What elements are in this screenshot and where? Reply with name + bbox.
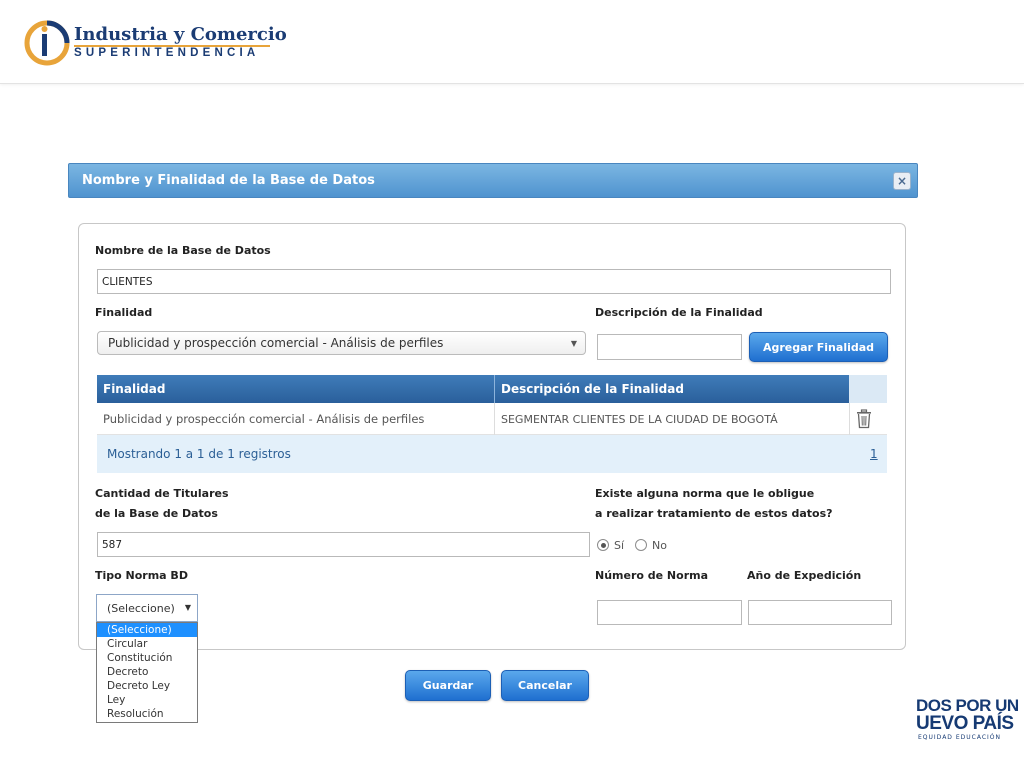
descripcion-input[interactable] <box>597 334 742 360</box>
cell-descripcion: SEGMENTAR CLIENTES DE LA CIUDAD DE BOGOT… <box>501 412 778 426</box>
nombre-label: Nombre de la Base de Datos <box>95 244 271 257</box>
tipo-norma-dropdown: (Seleccione) Circular Constitución Decre… <box>96 622 198 723</box>
dialog-form: Nombre de la Base de Datos CLIENTES Fina… <box>78 223 906 650</box>
chevron-down-icon: ▼ <box>570 339 577 348</box>
guardar-button[interactable]: Guardar <box>405 670 491 701</box>
radio-si[interactable] <box>597 539 609 551</box>
dropdown-option[interactable]: (Seleccione) <box>97 623 197 637</box>
anio-expedicion-input[interactable] <box>748 600 892 625</box>
pagination-page-1[interactable]: 1 <box>870 447 878 461</box>
logo-title: Industria y Comercio <box>74 24 287 45</box>
tipo-norma-select[interactable]: (Seleccione) ▼ <box>96 594 198 622</box>
column-header-actions <box>849 375 887 403</box>
tipo-norma-select-value: (Seleccione) <box>107 601 175 615</box>
database-dialog: Nombre y Finalidad de la Base de Datos ×… <box>68 163 918 723</box>
cell-finalidad: Publicidad y prospección comercial - Aná… <box>103 412 425 426</box>
cantidad-label-line2: de la Base de Datos <box>95 507 218 520</box>
sic-logo[interactable]: Industria y Comercio SUPERINTENDENCIA <box>24 20 287 68</box>
cell-divider <box>849 403 850 435</box>
dropdown-option[interactable]: Decreto <box>97 665 197 679</box>
chevron-down-icon: ▼ <box>184 603 191 612</box>
finalidad-select-value: Publicidad y prospección comercial - Aná… <box>108 336 444 350</box>
brand-line3: EQUIDAD EDUCACIÓN <box>918 734 1001 741</box>
records-info: Mostrando 1 a 1 de 1 registros <box>107 447 291 461</box>
table-row: Publicidad y prospección comercial - Aná… <box>97 403 887 435</box>
brand-line2: UEVO PAÍS <box>916 713 1014 734</box>
trash-icon[interactable] <box>855 409 873 429</box>
radio-no-label: No <box>652 539 667 552</box>
dropdown-option[interactable]: Circular <box>97 637 197 651</box>
finalidad-select[interactable]: Publicidad y prospección comercial - Aná… <box>97 331 586 355</box>
finalidad-label: Finalidad <box>95 306 153 319</box>
agregar-finalidad-button[interactable]: Agregar Finalidad <box>749 332 888 362</box>
dropdown-option[interactable]: Decreto Ley <box>97 679 197 693</box>
radio-si-label: Sí <box>614 539 625 552</box>
descripcion-label: Descripción de la Finalidad <box>595 306 763 319</box>
cantidad-input[interactable]: 587 <box>97 532 590 557</box>
norma-question-line1: Existe alguna norma que le obligue <box>595 487 815 500</box>
dropdown-option[interactable]: Constitución <box>97 651 197 665</box>
table-header: Finalidad Descripción de la Finalidad <box>97 375 849 403</box>
radio-no[interactable] <box>635 539 647 551</box>
dialog-title: Nombre y Finalidad de la Base de Datos <box>82 173 375 188</box>
table-footer: Mostrando 1 a 1 de 1 registros 1 <box>97 435 887 473</box>
norma-question-line2: a realizar tratamiento de estos datos? <box>595 507 833 520</box>
dialog-header: Nombre y Finalidad de la Base de Datos × <box>68 163 918 198</box>
top-header: Industria y Comercio SUPERINTENDENCIA <box>0 0 1024 84</box>
tipo-norma-label: Tipo Norma BD <box>95 569 188 582</box>
dropdown-option[interactable]: Ley <box>97 693 197 707</box>
cancelar-button[interactable]: Cancelar <box>501 670 589 701</box>
close-button[interactable]: × <box>893 172 911 190</box>
anio-expedicion-label: Año de Expedición <box>747 569 862 582</box>
numero-norma-label: Número de Norma <box>595 569 709 582</box>
dropdown-option[interactable]: Resolución <box>97 707 197 721</box>
sic-logo-icon <box>24 20 70 66</box>
gobierno-brand-logo: DOS POR UN UEVO PAÍS EQUIDAD EDUCACIÓN <box>914 696 1024 746</box>
close-icon: × <box>896 174 908 188</box>
cantidad-label-line1: Cantidad de Titulares <box>95 487 229 500</box>
logo-subtitle: SUPERINTENDENCIA <box>74 47 260 59</box>
column-header-descripcion[interactable]: Descripción de la Finalidad <box>495 375 849 403</box>
nombre-input[interactable]: CLIENTES <box>97 269 891 294</box>
column-header-finalidad[interactable]: Finalidad <box>97 375 494 403</box>
numero-norma-input[interactable] <box>597 600 742 625</box>
